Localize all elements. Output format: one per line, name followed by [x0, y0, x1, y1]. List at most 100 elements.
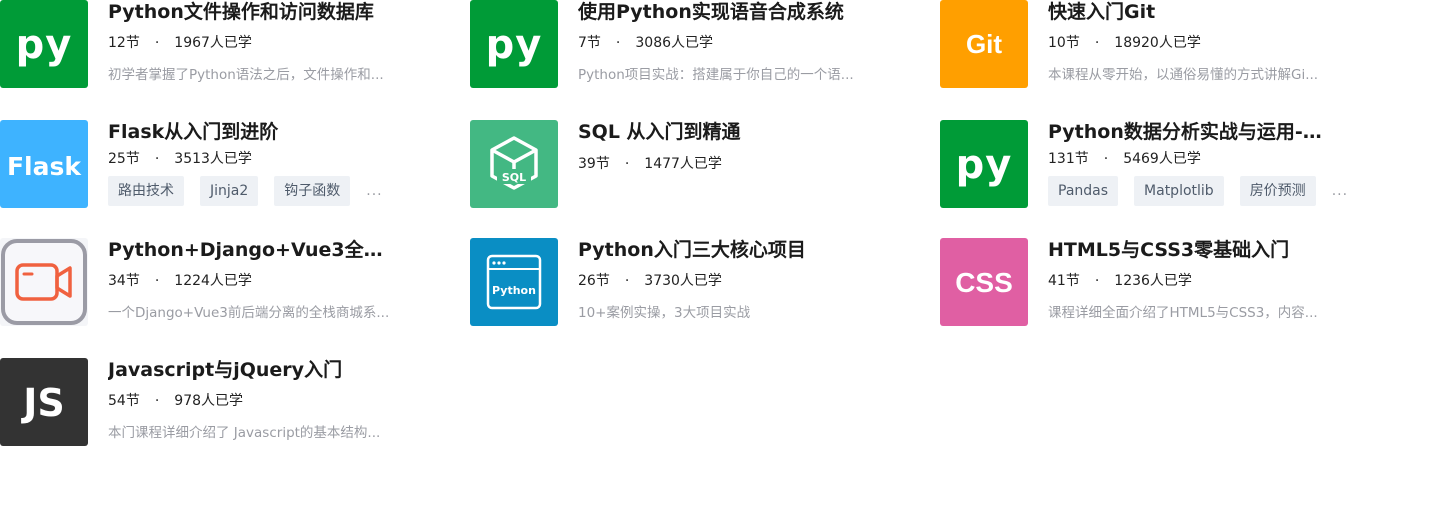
- course-thumbnail[interactable]: JS: [0, 358, 88, 446]
- course-tag[interactable]: Matplotlib: [1134, 176, 1224, 206]
- svg-text:py: py: [956, 142, 1013, 188]
- javascript-logo-icon: JS: [20, 381, 65, 425]
- learner-count: 3086人已学: [635, 35, 714, 51]
- course-description: Python项目实战：搭建属于你自己的一个语...: [578, 67, 854, 83]
- course-card[interactable]: JS Javascript与jQuery入门 54节 · 978人已学本门课程详细介绍了…: [0, 358, 420, 448]
- course-thumbnail[interactable]: py: [470, 0, 558, 88]
- course-title[interactable]: Python+Django+Vue3全栈开发实战: [108, 237, 396, 263]
- course-meta: 10节 · 18920人已学: [1048, 33, 1201, 53]
- course-description: 一个Django+Vue3前后端分离的全栈商城系...: [108, 305, 390, 321]
- separator-dot: ·: [1094, 35, 1100, 51]
- course-card[interactable]: Python Python入门三大核心项目 26节 · 3730人已学 10+案例实操，3…: [470, 238, 890, 328]
- separator-dot: ·: [154, 151, 160, 167]
- svg-text:Python: Python: [492, 284, 536, 297]
- course-card[interactable]: Python+Django+Vue3全栈开发实战 34节 · 1224人已学一个Dja…: [0, 238, 420, 328]
- course-title[interactable]: Javascript与jQuery入门: [108, 357, 408, 383]
- svg-text:Flask: Flask: [7, 152, 82, 181]
- lesson-count: 54节: [108, 393, 140, 409]
- learner-count: 1224人已学: [174, 273, 252, 289]
- course-meta: 7节 · 3086人已学: [578, 33, 713, 53]
- course-description: 初学者掌握了Python语法之后，文件操作和...: [108, 67, 384, 83]
- lesson-count: 12节: [108, 35, 140, 51]
- video-camera-icon: [1, 239, 87, 325]
- svg-text:JS: JS: [20, 381, 65, 425]
- separator-dot: ·: [615, 35, 621, 51]
- course-tags: Pandas Matplotlib 房价预测...: [1048, 176, 1348, 206]
- learner-count: 1477人已学: [644, 156, 722, 172]
- lesson-count: 10节: [1048, 35, 1080, 51]
- course-meta: 25节 · 3513人已学: [108, 149, 252, 169]
- lesson-count: 26节: [578, 273, 610, 289]
- course-meta: 12节 · 1967人已学: [108, 33, 252, 53]
- course-meta: 54节 · 978人已学: [108, 391, 243, 411]
- course-card[interactable]: Git 快速入门Git 10节 · 18920人已学本课程从零开始，以通俗易懂的方式讲解…: [940, 0, 1360, 90]
- learner-count: 1967人已学: [174, 35, 252, 51]
- separator-dot: ·: [624, 156, 630, 172]
- course-thumbnail[interactable]: py: [0, 0, 88, 88]
- course-meta: 26节 · 3730人已学: [578, 271, 722, 291]
- separator-dot: ·: [154, 35, 160, 51]
- course-tag[interactable]: Jinja2: [200, 176, 259, 206]
- separator-dot: ·: [154, 393, 160, 409]
- course-card[interactable]: CSS HTML5与CSS3零基础入门 41节 · 1236人已学 课程详细全面介绍了HT…: [940, 238, 1360, 328]
- lesson-count: 131节: [1048, 151, 1089, 167]
- course-title[interactable]: SQL 从入门到精通: [578, 119, 878, 145]
- course-description: 10+案例实操，3大项目实战: [578, 305, 751, 321]
- course-tag[interactable]: Pandas: [1048, 176, 1119, 206]
- course-title[interactable]: Python文件操作和访问数据库: [108, 0, 408, 25]
- learner-count: 5469人已学: [1123, 151, 1201, 167]
- learner-count: 18920人已学: [1114, 35, 1201, 51]
- tags-more[interactable]: ...: [1332, 183, 1348, 199]
- course-title[interactable]: 使用Python实现语音合成系统: [578, 0, 878, 25]
- svg-text:CSS: CSS: [955, 267, 1013, 298]
- separator-dot: ·: [624, 273, 630, 289]
- course-title[interactable]: HTML5与CSS3零基础入门: [1048, 237, 1348, 263]
- css-logo-icon: CSS: [955, 267, 1013, 298]
- course-title[interactable]: Flask从入门到进阶: [108, 119, 408, 145]
- learner-count: 978人已学: [174, 393, 244, 409]
- separator-dot: ·: [1094, 273, 1100, 289]
- course-title[interactable]: Python入门三大核心项目: [578, 237, 878, 263]
- learner-count: 3730人已学: [644, 273, 722, 289]
- lesson-count: 7节: [578, 35, 601, 51]
- python-logo-icon: py: [956, 142, 1013, 188]
- tags-more[interactable]: ...: [366, 183, 382, 199]
- course-thumbnail[interactable]: Git: [940, 0, 1028, 88]
- learner-count: 1236人已学: [1114, 273, 1192, 289]
- course-tags: 路由技术 Jinja2 钩子函数...: [108, 176, 383, 206]
- course-meta: 131节 · 5469人已学: [1048, 149, 1201, 169]
- python-window-icon: Python: [486, 254, 542, 310]
- separator-dot: ·: [1103, 151, 1109, 167]
- course-card[interactable]: Flask Flask从入门到进阶 25节 · 3513人已学路由技术 Jinja2 钩子函…: [0, 120, 420, 210]
- learner-count: 3513人已学: [174, 151, 252, 167]
- course-tag[interactable]: 路由技术: [108, 176, 184, 206]
- course-description: 本门课程详细介绍了 Javascript的基本结构...: [108, 425, 381, 441]
- python-logo-icon: py: [16, 22, 73, 68]
- lesson-count: 41节: [1048, 273, 1080, 289]
- course-thumbnail[interactable]: Python: [470, 238, 558, 326]
- course-title[interactable]: Python数据分析实战与运用-从零基础到实战: [1048, 119, 1336, 145]
- course-grid: py Python文件操作和访问数据库 12节 · 1967人已学初学者掌握了Pytho…: [0, 0, 1429, 511]
- svg-text:Git: Git: [966, 29, 1002, 59]
- separator-dot: ·: [154, 273, 160, 289]
- course-card[interactable]: py 使用Python实现语音合成系统 7节 · 3086人已学 Python项目实战：搭…: [470, 0, 890, 90]
- course-meta: 34节 · 1224人已学: [108, 271, 252, 291]
- course-card[interactable]: py Python文件操作和访问数据库 12节 · 1967人已学初学者掌握了Pytho…: [0, 0, 420, 90]
- course-thumbnail[interactable]: CSS: [940, 238, 1028, 326]
- lesson-count: 39节: [578, 156, 610, 172]
- course-card[interactable]: SQL SQL 从入门到精通 39节 · 1477人已学: [470, 120, 890, 210]
- course-thumbnail[interactable]: [0, 238, 88, 326]
- svg-text:py: py: [486, 22, 543, 68]
- course-thumbnail[interactable]: SQL: [470, 120, 558, 208]
- flask-logo-icon: Flask: [7, 152, 82, 181]
- course-description: 本课程从零开始，以通俗易懂的方式讲解Gi...: [1048, 67, 1319, 83]
- svg-text:py: py: [16, 22, 73, 68]
- course-thumbnail[interactable]: Flask: [0, 120, 88, 208]
- course-title[interactable]: 快速入门Git: [1048, 0, 1348, 25]
- course-tag[interactable]: 钩子函数: [274, 176, 351, 206]
- lesson-count: 25节: [108, 151, 140, 167]
- lesson-count: 34节: [108, 273, 140, 289]
- course-tag[interactable]: 房价预测: [1239, 176, 1316, 206]
- course-card[interactable]: pyPython数据分析实战与运用-从零基础到实战131节·5469人已学Pan…: [940, 120, 1360, 210]
- course-thumbnail[interactable]: py: [940, 120, 1028, 208]
